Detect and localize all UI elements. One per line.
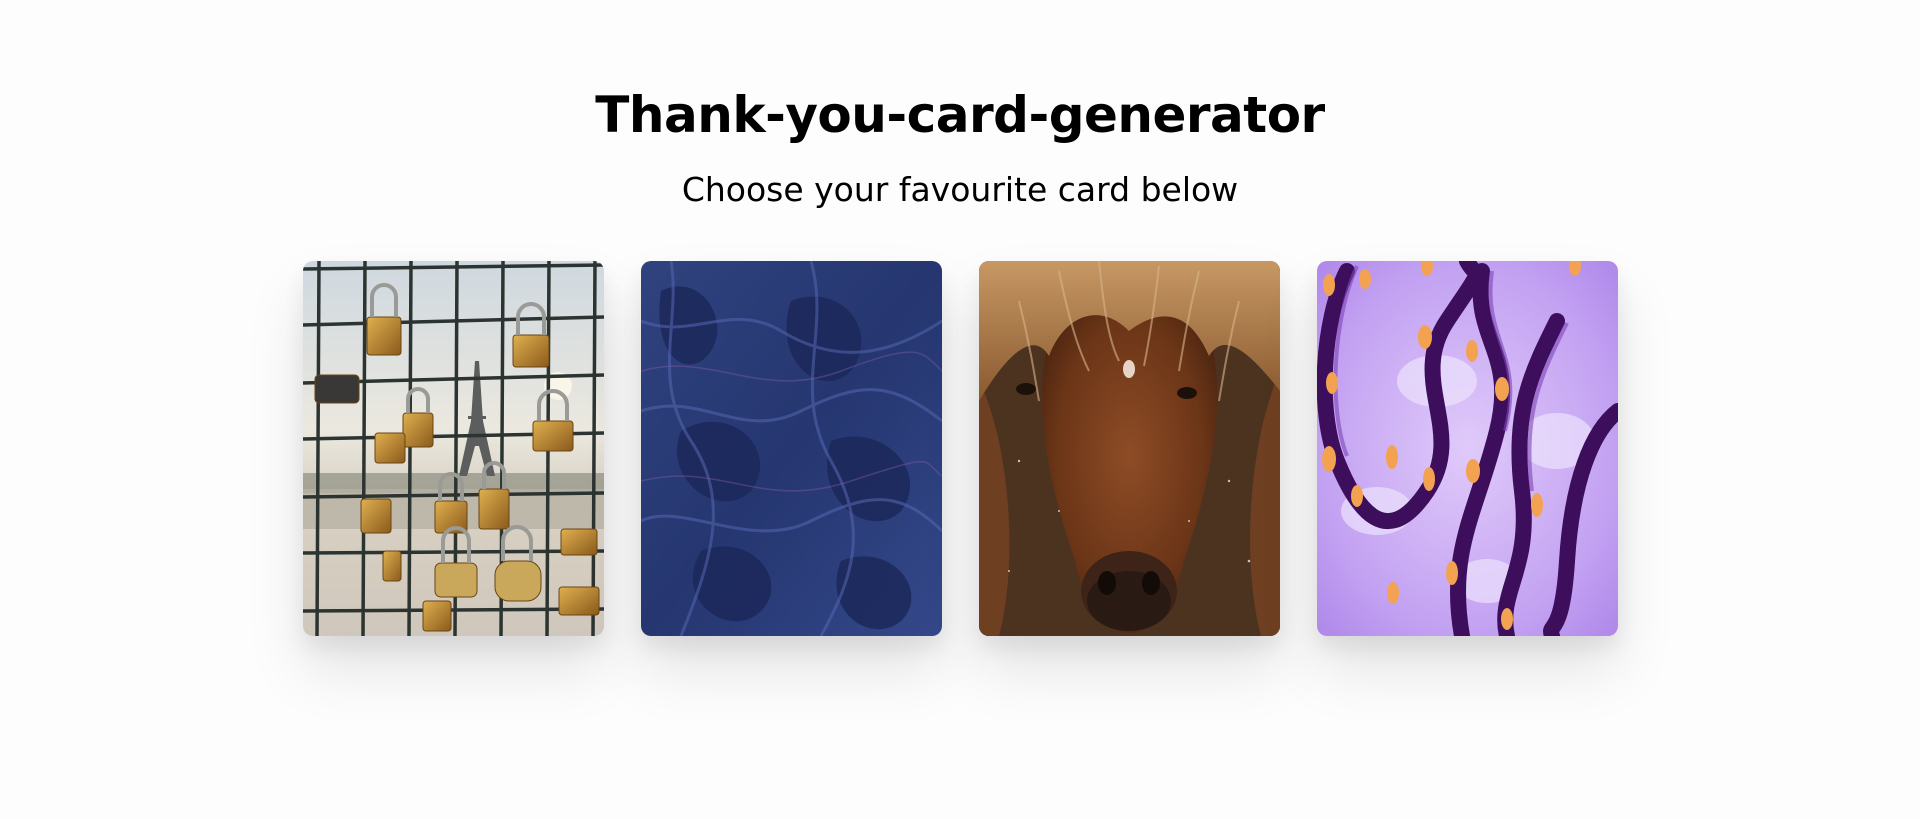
card-purple-abstract[interactable] [1316, 261, 1618, 636]
purple-abstract-swirl-image [1316, 261, 1618, 636]
page: Thank-you-card-generator Choose your fav… [0, 0, 1920, 819]
padlocks-eiffel-tower-image [302, 261, 604, 636]
card-gallery [0, 261, 1920, 636]
blue-liquid-abstract-image [640, 261, 942, 636]
card-horse[interactable] [978, 261, 1280, 636]
card-padlocks[interactable] [302, 261, 604, 636]
page-subtitle: Choose your favourite card below [681, 170, 1239, 209]
brown-horse-portrait-image [978, 261, 1280, 636]
card-blue-abstract[interactable] [640, 261, 942, 636]
page-title: Thank-you-card-generator [595, 86, 1325, 144]
